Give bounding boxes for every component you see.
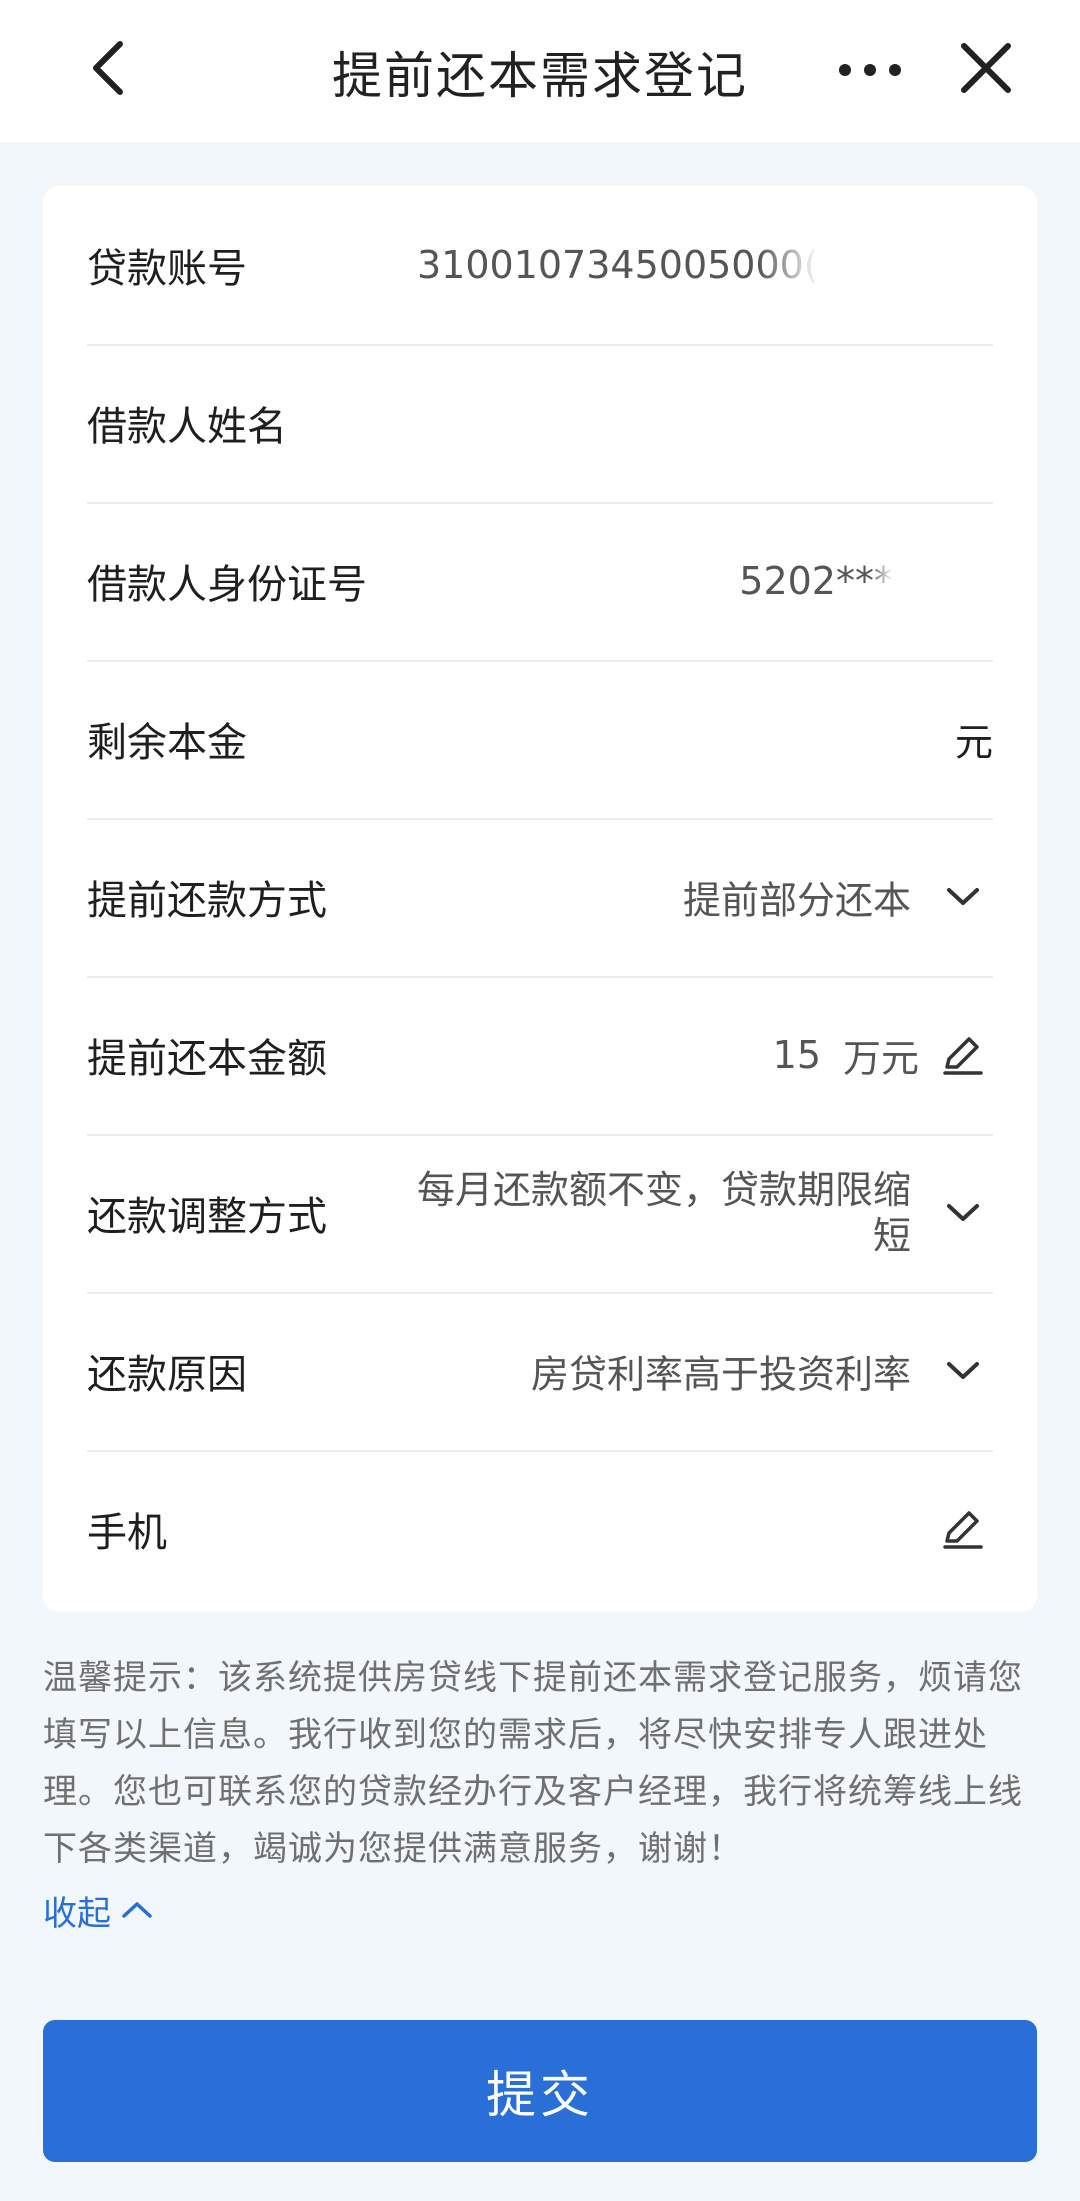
phone-label: 手机: [87, 1510, 167, 1556]
collapse-button[interactable]: 收起: [43, 1880, 153, 1940]
page-title: 提前还本需求登记: [332, 47, 748, 105]
chevron-down-icon[interactable]: [941, 1349, 985, 1393]
borrower-id-label: 借款人身份证号: [87, 562, 367, 608]
top-navigation-bar: 提前还本需求登记: [0, 0, 1080, 142]
phone-row: 手机: [87, 1450, 993, 1608]
prepay-amount-label: 提前还本金额: [87, 1036, 327, 1082]
prepay-method-row[interactable]: 提前还款方式 提前部分还本: [87, 818, 993, 978]
borrower-name-row: 借款人姓名: [87, 344, 993, 504]
borrower-id-value: 5202***: [739, 559, 893, 603]
prepay-amount-row: 提前还本金额 15 万元: [87, 976, 993, 1136]
chevron-down-icon[interactable]: [941, 1191, 985, 1235]
prepay-amount-unit: 万元: [842, 1036, 919, 1081]
adjust-method-label: 还款调整方式: [87, 1194, 327, 1240]
loan-account-row: 贷款账号 3100107345005000(: [87, 186, 993, 346]
adjust-method-value: 每月还款额不变，贷款期限缩短: [416, 1168, 911, 1258]
loan-account-value: 3100107345005000(: [417, 243, 819, 287]
adjust-method-row[interactable]: 还款调整方式 每月还款额不变，贷款期限缩短: [87, 1134, 993, 1294]
prepay-amount-input[interactable]: 15: [773, 1033, 821, 1077]
prepay-method-label: 提前还款方式: [87, 878, 327, 924]
chevron-up-icon: [121, 1900, 153, 1920]
submit-button[interactable]: 提交: [43, 2020, 1037, 2162]
remaining-principal-row: 剩余本金 元: [87, 660, 993, 820]
edit-icon[interactable]: [941, 1033, 985, 1077]
edit-icon[interactable]: [941, 1507, 985, 1551]
remaining-principal-unit: 元: [954, 720, 993, 765]
form-card: 贷款账号 3100107345005000( 借款人姓名 借款人身份证号 520…: [43, 186, 1037, 1612]
reason-row[interactable]: 还款原因 房贷利率高于投资利率: [87, 1292, 993, 1452]
borrower-id-row: 借款人身份证号 5202***: [87, 502, 993, 662]
reason-value: 房贷利率高于投资利率: [530, 1352, 911, 1397]
chevron-down-icon[interactable]: [941, 875, 985, 919]
prepay-method-value: 提前部分还本: [682, 878, 911, 923]
collapse-label: 收起: [43, 1893, 111, 1934]
close-icon[interactable]: [954, 36, 1018, 100]
remaining-principal-label: 剩余本金: [87, 720, 247, 766]
notice-text: 温馨提示：该系统提供房贷线下提前还本需求登记服务，烦请您填写以上信息。我行收到您…: [43, 1658, 1023, 1869]
reason-label: 还款原因: [87, 1352, 247, 1398]
borrower-name-label: 借款人姓名: [87, 404, 287, 450]
loan-account-label: 贷款账号: [87, 246, 247, 292]
more-horizontal-icon[interactable]: [832, 48, 908, 92]
